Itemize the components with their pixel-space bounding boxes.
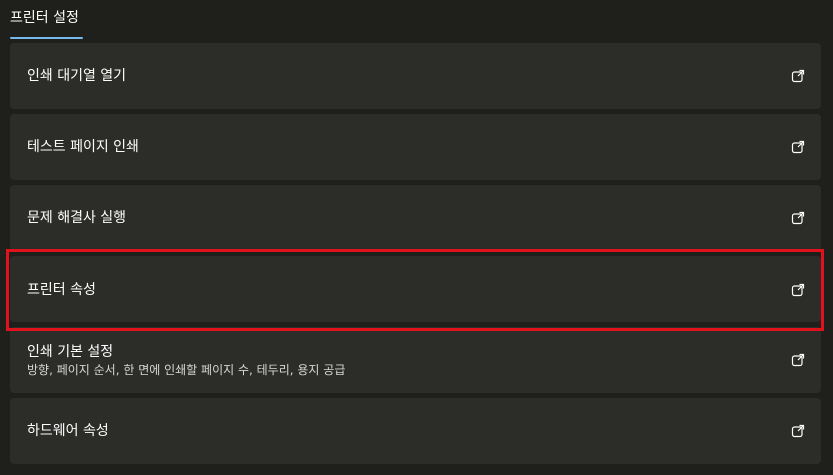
settings-item-title: 문제 해결사 실행	[27, 210, 127, 226]
tab-label: 프린터 설정	[10, 10, 79, 26]
tab-printer-settings[interactable]: 프린터 설정	[10, 8, 79, 40]
settings-item-printing-preferences[interactable]: 인쇄 기본 설정 방향, 페이지 순서, 한 면에 인쇄할 페이지 수, 테두리…	[10, 327, 821, 393]
settings-item-title: 인쇄 기본 설정	[27, 344, 114, 360]
settings-item-open-print-queue[interactable]: 인쇄 대기열 열기	[10, 43, 821, 109]
settings-item-printer-properties[interactable]: 프린터 속성	[10, 256, 821, 322]
settings-item-title: 테스트 페이지 인쇄	[27, 139, 139, 155]
open-external-icon	[791, 424, 805, 438]
open-external-icon	[791, 353, 805, 367]
settings-item-title: 프린터 속성	[27, 282, 96, 298]
open-external-icon	[791, 140, 805, 154]
tab-selected-indicator	[10, 37, 83, 39]
settings-item-run-troubleshooter[interactable]: 문제 해결사 실행	[10, 185, 821, 251]
printer-settings-panel: 프린터 설정 인쇄 대기열 열기 테스트 페이지 인쇄 문제 해결사 실행 프린…	[0, 0, 833, 475]
settings-item-description: 방향, 페이지 순서, 한 면에 인쇄할 페이지 수, 테두리, 용지 공급	[27, 363, 346, 377]
open-external-icon	[791, 283, 805, 297]
open-external-icon	[791, 211, 805, 225]
settings-item-print-test-page[interactable]: 테스트 페이지 인쇄	[10, 114, 821, 180]
settings-item-hardware-properties[interactable]: 하드웨어 속성	[10, 398, 821, 464]
settings-item-title: 하드웨어 속성	[27, 423, 109, 439]
settings-item-title: 인쇄 대기열 열기	[27, 68, 127, 84]
open-external-icon	[791, 69, 805, 83]
